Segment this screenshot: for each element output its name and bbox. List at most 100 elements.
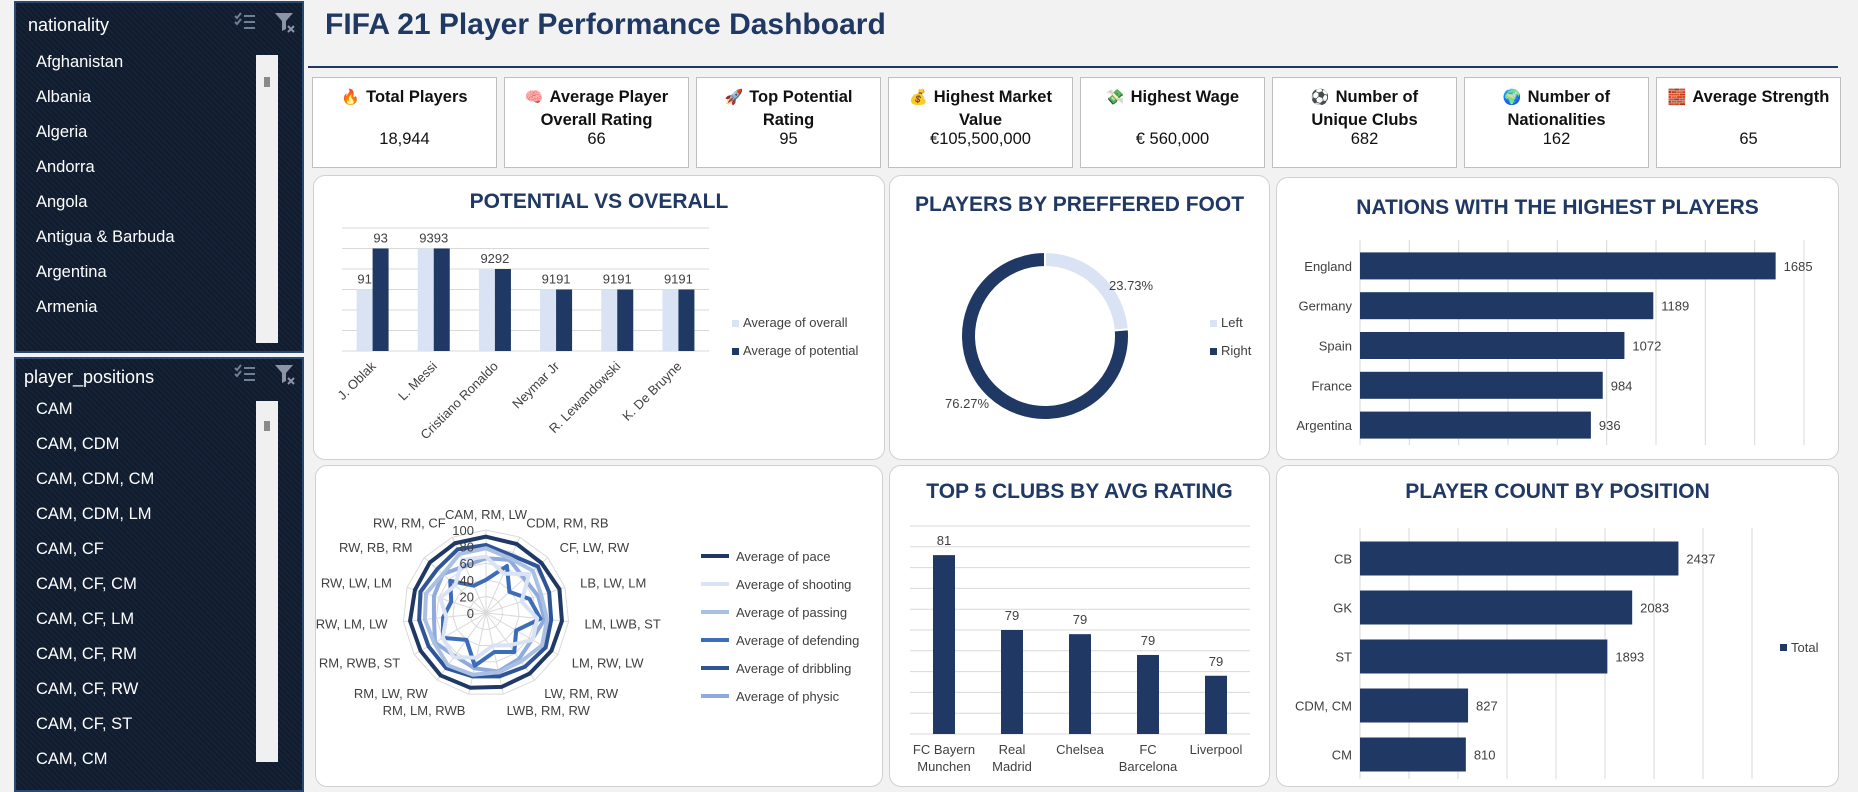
slicer-item[interactable]: CAM, CF, ST xyxy=(36,713,266,748)
bar xyxy=(1360,737,1466,772)
slicer-item[interactable]: CAM, CF, RM xyxy=(36,643,266,678)
category-label: Spain xyxy=(1319,339,1352,354)
nationality-slicer[interactable]: nationality Afghanistan Albania Algeria And… xyxy=(14,1,304,353)
data-label: 2083 xyxy=(1640,601,1669,616)
slicer-item[interactable]: CAM, CDM, LM xyxy=(36,503,266,538)
top-clubs-chart: 81 FC Bayern Munchen 79 Real Madrid 79 Chelsea 7… xyxy=(910,525,1250,774)
category-label: K. De Bruyne xyxy=(619,359,684,424)
kpi-value: 682 xyxy=(1350,130,1379,148)
data-label: 79 xyxy=(1141,633,1155,648)
legend-label: Average of shooting xyxy=(736,577,851,592)
legend-label: Total xyxy=(1791,640,1819,655)
slicer-item[interactable]: CAM xyxy=(36,398,266,433)
kpi-label-text: Top Potential Rating xyxy=(749,88,853,129)
data-label: 827 xyxy=(1476,699,1498,714)
globe-icon: 🌍 xyxy=(1502,89,1522,106)
category-label: Liverpool xyxy=(1190,742,1243,757)
legend-swatch xyxy=(732,348,739,355)
data-label: 1189 xyxy=(1661,299,1689,314)
bricks-icon: 🧱 xyxy=(1667,89,1687,106)
category-label: J. Oblak xyxy=(334,358,379,403)
data-label: 76.27% xyxy=(945,396,990,411)
slicer-item[interactable]: CAM, CDM, CM xyxy=(36,468,266,503)
top-clubs-panel: TOP 5 CLUBS BY AVG RATING 81 FC Bayern Mun… xyxy=(889,465,1270,787)
multi-select-icon[interactable] xyxy=(234,363,256,385)
scrollbar-thumb[interactable] xyxy=(264,421,270,431)
slicer-item[interactable]: Andorra xyxy=(36,156,266,191)
data-label: 810 xyxy=(1474,748,1496,763)
kpi-value: 95 xyxy=(779,130,798,148)
scrollbar-thumb[interactable] xyxy=(264,77,270,87)
slicer-item[interactable]: Armenia xyxy=(36,296,266,331)
legend-label: Left xyxy=(1221,315,1243,330)
data-label: 1685 xyxy=(1784,259,1813,274)
players-by-foot-chart: 23.73% 76.27% Left Right xyxy=(945,250,1252,421)
kpi-label-text: Average Player Overall Rating xyxy=(540,88,669,129)
clear-filter-icon[interactable] xyxy=(274,363,296,385)
slicer-item[interactable]: Antigua & Barbuda xyxy=(36,226,266,261)
clear-filter-icon[interactable] xyxy=(274,11,296,33)
bar xyxy=(1360,332,1625,359)
kpi-label: 🧱 Average Strength xyxy=(1665,86,1832,109)
slicer-item[interactable]: Afghanistan xyxy=(36,51,266,86)
data-label: 79 xyxy=(1005,608,1019,623)
slicer-item[interactable]: CAM, CF, RW xyxy=(36,678,266,713)
category-label: Munchen xyxy=(917,759,970,774)
data-label: 9292 xyxy=(480,251,509,266)
legend-swatch xyxy=(1210,348,1217,355)
data-label: 79 xyxy=(1073,612,1087,627)
multi-select-icon[interactable] xyxy=(234,11,256,33)
data-label: 23.73% xyxy=(1109,278,1154,293)
data-label: 936 xyxy=(1599,418,1621,433)
money-bag-icon: 💰 xyxy=(909,89,928,106)
data-label: 9191 xyxy=(664,272,693,287)
slicer-item[interactable]: Albania xyxy=(36,86,266,121)
data-label: 984 xyxy=(1611,378,1633,393)
data-label: 2437 xyxy=(1686,552,1715,567)
kpi-value: 162 xyxy=(1542,130,1571,148)
kpi-card: 💰 Highest Market Value €105,500,000 xyxy=(888,77,1073,168)
slicer-item[interactable]: CAM, CF, CM xyxy=(36,573,266,608)
kpi-label-text: Highest Market Value xyxy=(933,88,1052,129)
category-label: Madrid xyxy=(992,759,1032,774)
slicer-scrollbar[interactable] xyxy=(256,401,278,762)
legend-label: Average of physic xyxy=(736,689,840,704)
bar xyxy=(372,248,389,351)
legend-label: Average of pace xyxy=(736,549,830,564)
tick-label: 100 xyxy=(452,523,474,538)
category-label: FC Bayern xyxy=(913,742,975,757)
slicer-item[interactable]: CAM, CDM xyxy=(36,433,266,468)
rocket-icon: 🚀 xyxy=(724,89,744,106)
category-label: FC xyxy=(1139,742,1156,757)
slicer-item[interactable]: CAM, CM xyxy=(36,748,266,783)
slicer-item[interactable]: CAM, CF, LM xyxy=(36,608,266,643)
kpi-value: 66 xyxy=(587,130,606,148)
slicer-scrollbar[interactable] xyxy=(256,55,278,343)
legend-swatch xyxy=(1780,644,1787,651)
category-label: LW, RM, RW xyxy=(544,686,619,701)
bar xyxy=(1360,639,1608,674)
nationality-list: Afghanistan Albania Algeria Andorra Angola An… xyxy=(36,51,266,331)
slicer-item[interactable]: CAM, CF xyxy=(36,538,266,573)
category-label: L. Messi xyxy=(395,358,440,403)
player-positions-slicer[interactable]: player_positions CAM CAM, CDM CAM, CDM, CM… xyxy=(14,357,304,792)
bar xyxy=(1360,371,1603,399)
category-label: ST xyxy=(1335,650,1352,665)
slicer-item[interactable]: Angola xyxy=(36,191,266,226)
legend-label: Average of overall xyxy=(743,315,848,330)
slicer-item[interactable]: Argentina xyxy=(36,261,266,296)
data-label: 81 xyxy=(937,533,951,548)
kpi-label: 🌍 Number of Nationalities xyxy=(1473,86,1640,131)
kpi-card: 🧠 Average Player Overall Rating 66 xyxy=(504,77,689,168)
nations-panel: NATIONS WITH THE HIGHEST PLAYERS England… xyxy=(1276,177,1839,460)
slicer-item[interactable]: Algeria xyxy=(36,121,266,156)
category-label: RW, LM, LW xyxy=(316,616,388,631)
category-label: LM, LWB, ST xyxy=(584,616,660,631)
tick-label: 0 xyxy=(467,606,474,621)
kpi-label-text: Total Players xyxy=(366,88,468,106)
kpi-label: 💸 Highest Wage xyxy=(1089,86,1256,109)
soccer-ball-icon: ⚽ xyxy=(1310,89,1330,106)
bar xyxy=(1360,252,1776,280)
page-title: FIFA 21 Player Performance Dashboard xyxy=(325,8,886,41)
bar xyxy=(1205,675,1227,734)
